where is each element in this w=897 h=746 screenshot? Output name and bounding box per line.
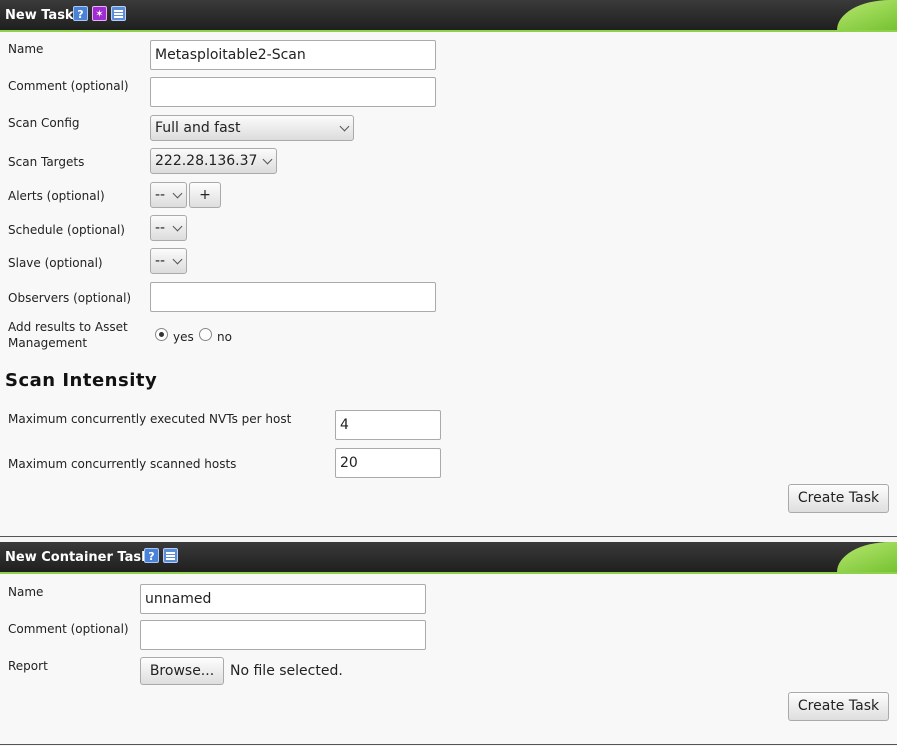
titlebar-swoosh: [837, 0, 897, 30]
alerts-select[interactable]: --: [150, 182, 187, 208]
scan-targets-value: 222.28.136.37: [155, 153, 258, 169]
chevron-down-icon: [172, 221, 183, 232]
help-icon[interactable]: ?: [144, 548, 159, 563]
comment-input[interactable]: [150, 77, 436, 107]
wizard-icon[interactable]: ✶: [92, 6, 107, 21]
container-task-panel: New Container Task ? Name Comment (optio…: [0, 542, 897, 745]
max-nvts-label: Maximum concurrently executed NVTs per h…: [8, 412, 292, 426]
container-name-input[interactable]: [140, 584, 426, 614]
report-label: Report: [8, 659, 48, 673]
container-task-titlebar: New Container Task ?: [0, 542, 897, 574]
asset-mgmt-no-label: no: [217, 330, 232, 344]
chevron-down-icon: [339, 121, 350, 132]
scan-config-label: Scan Config: [8, 116, 80, 130]
help-icon[interactable]: ?: [73, 6, 88, 21]
max-hosts-input[interactable]: [335, 448, 441, 478]
schedule-select[interactable]: --: [150, 215, 187, 241]
new-task-title: New Task: [5, 8, 74, 23]
container-comment-input[interactable]: [140, 620, 426, 650]
asset-mgmt-yes-label: yes: [173, 330, 194, 344]
slave-value: --: [155, 253, 166, 269]
scan-targets-select[interactable]: 222.28.136.37: [150, 148, 277, 174]
add-alert-button[interactable]: +: [189, 182, 221, 208]
container-task-title: New Container Task: [5, 550, 150, 565]
asset-mgmt-no-radio[interactable]: [199, 328, 212, 341]
scan-config-value: Full and fast: [155, 120, 241, 136]
asset-mgmt-yes-radio[interactable]: [155, 328, 168, 341]
chevron-down-icon: [172, 254, 183, 265]
create-task-button[interactable]: Create Task: [788, 484, 889, 513]
max-hosts-label: Maximum concurrently scanned hosts: [8, 457, 237, 471]
new-task-titlebar: New Task ? ✶: [0, 0, 897, 32]
observers-label: Observers (optional): [8, 291, 132, 305]
schedule-value: --: [155, 220, 166, 236]
chevron-down-icon: [172, 188, 183, 199]
schedule-label: Schedule (optional): [8, 223, 125, 237]
observers-input[interactable]: [150, 282, 436, 312]
container-comment-label: Comment (optional): [8, 622, 129, 636]
browse-button[interactable]: Browse...: [140, 657, 224, 685]
alerts-value: --: [155, 187, 166, 203]
slave-label: Slave (optional): [8, 256, 103, 270]
new-task-panel: New Task ? ✶ Name Comment (optional) Sca…: [0, 0, 897, 537]
comment-label: Comment (optional): [8, 79, 129, 93]
file-status-text: No file selected.: [230, 663, 343, 679]
list-icon[interactable]: [111, 6, 126, 21]
name-input[interactable]: [150, 40, 436, 70]
chevron-down-icon: [262, 154, 273, 165]
create-container-task-button[interactable]: Create Task: [788, 692, 889, 721]
scan-intensity-heading: Scan Intensity: [5, 370, 158, 391]
container-name-label: Name: [8, 585, 44, 599]
titlebar-swoosh: [837, 542, 897, 572]
alerts-label: Alerts (optional): [8, 189, 105, 203]
list-icon[interactable]: [163, 548, 178, 563]
name-label: Name: [8, 42, 44, 56]
scan-config-select[interactable]: Full and fast: [150, 115, 354, 141]
asset-mgmt-label-line1: Add results to Asset: [8, 320, 128, 334]
asset-mgmt-label-line2: Management: [8, 336, 88, 350]
max-nvts-input[interactable]: [335, 410, 441, 440]
scan-targets-label: Scan Targets: [8, 155, 85, 169]
slave-select[interactable]: --: [150, 248, 187, 274]
